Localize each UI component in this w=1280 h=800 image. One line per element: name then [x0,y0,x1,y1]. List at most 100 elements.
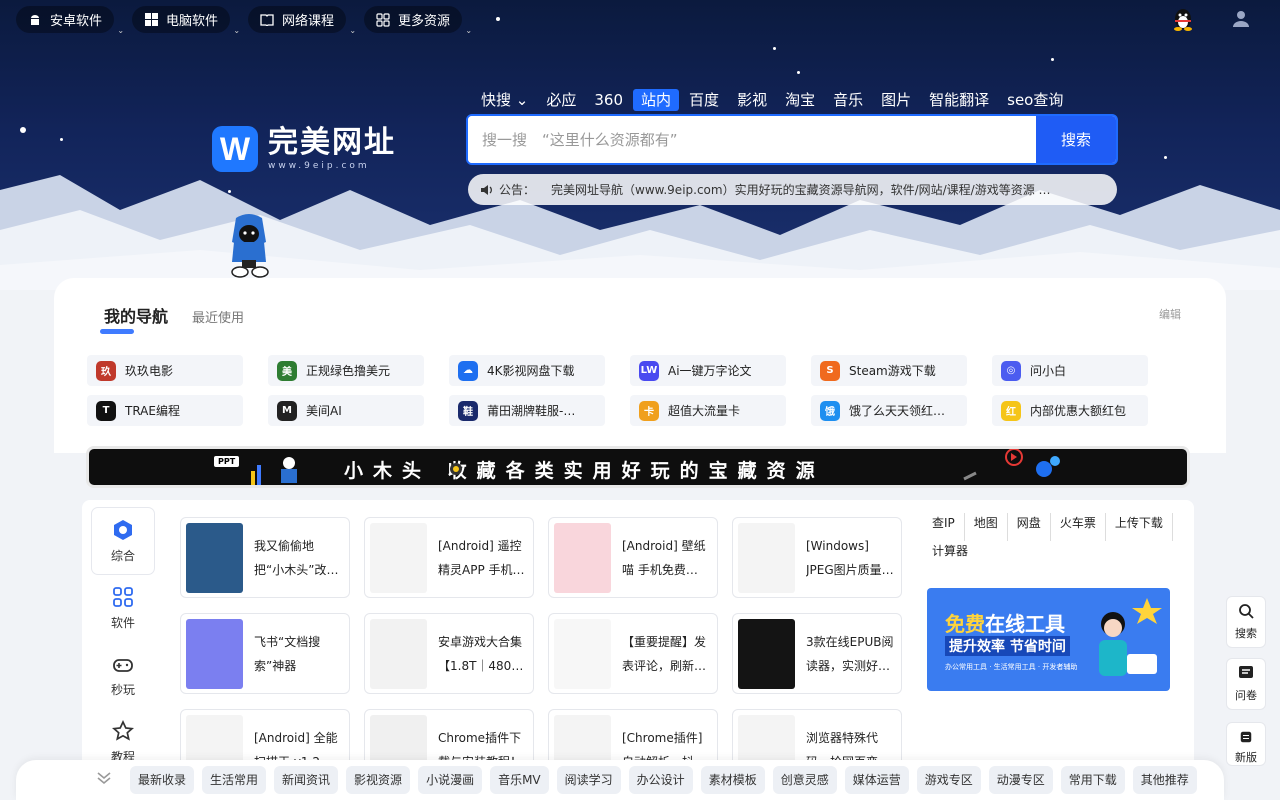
bottom-category-item[interactable]: 常用下载 [1060,766,1125,794]
post-thumbnail [370,522,427,593]
bottom-category-item[interactable]: 游戏专区 [916,766,981,794]
post-card[interactable]: 安卓游戏大合集【1.8T｜480… [364,613,534,694]
side-item-label: 软件 [110,615,135,630]
banner-decor [963,449,1060,481]
topnav-more[interactable]: 更多资源 ⌄ [364,6,472,35]
tool-link[interactable]: 火车票 [1060,513,1106,541]
bottom-category-item[interactable]: 阅读学习 [556,766,621,794]
nav-item-label: 玖玖电影 [125,364,174,378]
online-tools-banner[interactable]: 免费在线工具 提升效率 节省时间 办公常用工具 · 生活常用工具 · 开发者辅助 [927,588,1170,691]
side-item-games[interactable]: 秒玩 [92,642,154,708]
search-tab-360[interactable]: 360 [586,89,631,111]
post-card[interactable]: 【重要提醒】发表评论，刷新… [548,613,718,694]
edit-link[interactable]: 编辑 [1159,306,1181,322]
nav-item[interactable]: 美正规绿色撸美元 [268,355,424,386]
qq-penguin-icon[interactable] [1172,7,1194,31]
topnav-windows[interactable]: 电脑软件 ⌄ [132,6,240,35]
double-chevron-down-icon[interactable] [96,771,116,789]
search-tab-kuaisou[interactable]: 快搜 ⌄ [481,89,536,111]
bottom-category-item[interactable]: 素材模板 [700,766,765,794]
side-item-all[interactable]: 综合 [92,508,154,574]
post-card[interactable]: 我又偷偷地把“小木头”改回… [180,517,350,598]
nav-item-label: 4K影视网盘下载 [487,364,575,378]
user-icon[interactable] [1232,10,1250,28]
bottom-category-item[interactable]: 媒体运营 [844,766,909,794]
bottom-category-item[interactable]: 创意灵感 [772,766,837,794]
site-favicon-icon: 美 [277,360,297,381]
site-favicon-icon: 鞋 [458,400,478,421]
star-decoration [20,127,26,133]
hexagon-icon [114,519,132,540]
search-button[interactable]: 搜索 [1036,116,1116,163]
nav-item[interactable]: T TRAE编程 [87,395,243,426]
bottom-category-item[interactable]: 影视资源 [346,766,411,794]
tool-link[interactable]: 查IP [932,513,965,541]
float-survey-button[interactable]: 问卷 [1226,658,1266,710]
announcement-bar[interactable]: 公告： 完美网址导航（www.9eip.com）实用好玩的宝藏资源导航网，软件/… [468,174,1117,205]
nav-item[interactable]: M 美间AI [268,395,424,426]
search-tab-video[interactable]: 影视 [729,89,775,111]
side-item-software[interactable]: 软件 [92,575,154,641]
search-tab-translate[interactable]: 智能翻译 [921,89,997,111]
search-tab-images[interactable]: 图片 [873,89,919,111]
post-title: 3款在线EPUB阅读器，实测好… [806,634,894,673]
post-card[interactable]: [Windows] JPEG图片质量批… [732,517,902,598]
topnav-android[interactable]: 安卓软件 ⌄ [16,6,124,35]
promo-banner[interactable]: PPT 小木头 收藏各类实用好玩的宝藏资源 [86,446,1190,488]
nav-item[interactable]: ◎ 问小白 [992,355,1148,386]
android-icon [28,13,42,27]
search-tab-seo[interactable]: seo查询 [999,89,1071,111]
site-logo[interactable]: W 完美网址 www.9eip.com [212,126,396,172]
star-decoration [773,47,776,50]
bottom-category-item[interactable]: 最新收录 [130,766,195,794]
nav-item[interactable]: LW Ai一键万字论文 [630,355,786,386]
tool-link[interactable]: 上传下载 [1115,513,1173,541]
nav-item[interactable]: 玖玖玖电影 [87,355,243,386]
my-nav-tab[interactable]: 我的导航 [99,303,168,334]
search-tab-taobao[interactable]: 淘宝 [777,89,823,111]
nav-item[interactable]: ☁ 4K影视网盘下载 [449,355,605,386]
site-favicon-icon: ◎ [1001,360,1021,381]
post-card[interactable]: [Android] 遥控精灵APP 手机… [364,517,534,598]
bottom-category-item[interactable]: 生活常用 [202,766,267,794]
float-new-button[interactable]: 新版 [1226,722,1266,766]
nav-item[interactable]: 卡超值大流量卡 [630,395,786,426]
nav-item[interactable]: 红内部优惠大额红包 [992,395,1148,426]
post-card[interactable]: 飞书“文档搜索”神器 [180,613,350,694]
search-tab-site[interactable]: 站内 [633,89,680,111]
nav-item-label: 饿了么天天领红… [849,404,946,418]
topnav-courses[interactable]: 网络课程 ⌄ [248,6,356,35]
nav-item[interactable]: 饿饿了么天天领红… [811,395,967,426]
search-tab-bing[interactable]: 必应 [538,89,584,111]
bottom-category-item[interactable]: 新闻资讯 [274,766,339,794]
my-nav-grid: 玖玖玖电影美正规绿色撸美元 ☁ 4K影视网盘下载 LW Ai一键万字论文 S Steam游戏… [87,355,1148,426]
search-input[interactable] [468,116,1036,163]
search-tab-baidu[interactable]: 百度 [681,89,727,111]
tool-link[interactable]: 网盘 [1017,513,1051,541]
tool-link[interactable]: 地图 [974,513,1008,541]
search-tab-music[interactable]: 音乐 [825,89,871,111]
star-decoration [1164,156,1167,159]
bottom-category-item[interactable]: 小说漫画 [418,766,483,794]
apps-icon [113,586,133,607]
announcement-text: 完美网址导航（www.9eip.com）实用好玩的宝藏资源导航网，软件/网站/课… [551,183,1051,197]
star-decoration [60,138,63,141]
float-search-button[interactable]: 搜索 [1226,596,1266,648]
category-bottom-bar: 最新收录 生活常用 新闻资讯 影视资源 小说漫画 音乐MV 阅读学习 办公设计 素材模板 创意灵感… [16,760,1224,800]
logo-domain: www.9eip.com [268,161,370,171]
bottom-category-item[interactable]: 办公设计 [628,766,693,794]
search-engine-tabs: 快搜 ⌄ 必应 360 站内 百度 影视 淘宝 音乐 图片 智能翻译 seo查询 [481,89,1073,111]
nav-item[interactable]: S Steam游戏下载 [811,355,967,386]
bottom-category-item[interactable]: 其他推荐 [1132,766,1197,794]
bottom-category-item[interactable]: 音乐MV [490,766,549,794]
recent-tab[interactable]: 最近使用 [192,307,244,326]
tools-banner-sub: 提升效率 节省时间 [945,636,1070,656]
post-card[interactable]: [Android] 壁纸喵 手机免费… [548,517,718,598]
side-item-label: 秒玩 [110,682,135,697]
post-card[interactable]: 3款在线EPUB阅读器，实测好… [732,613,902,694]
bottom-category-item[interactable]: 动漫专区 [988,766,1053,794]
nav-item[interactable]: 鞋莆田潮牌鞋服-… [449,395,605,426]
topnav-label: 网络课程 [282,14,335,29]
nav-item-label: 超值大流量卡 [668,404,741,418]
tool-link[interactable]: 计算器 [932,541,977,569]
